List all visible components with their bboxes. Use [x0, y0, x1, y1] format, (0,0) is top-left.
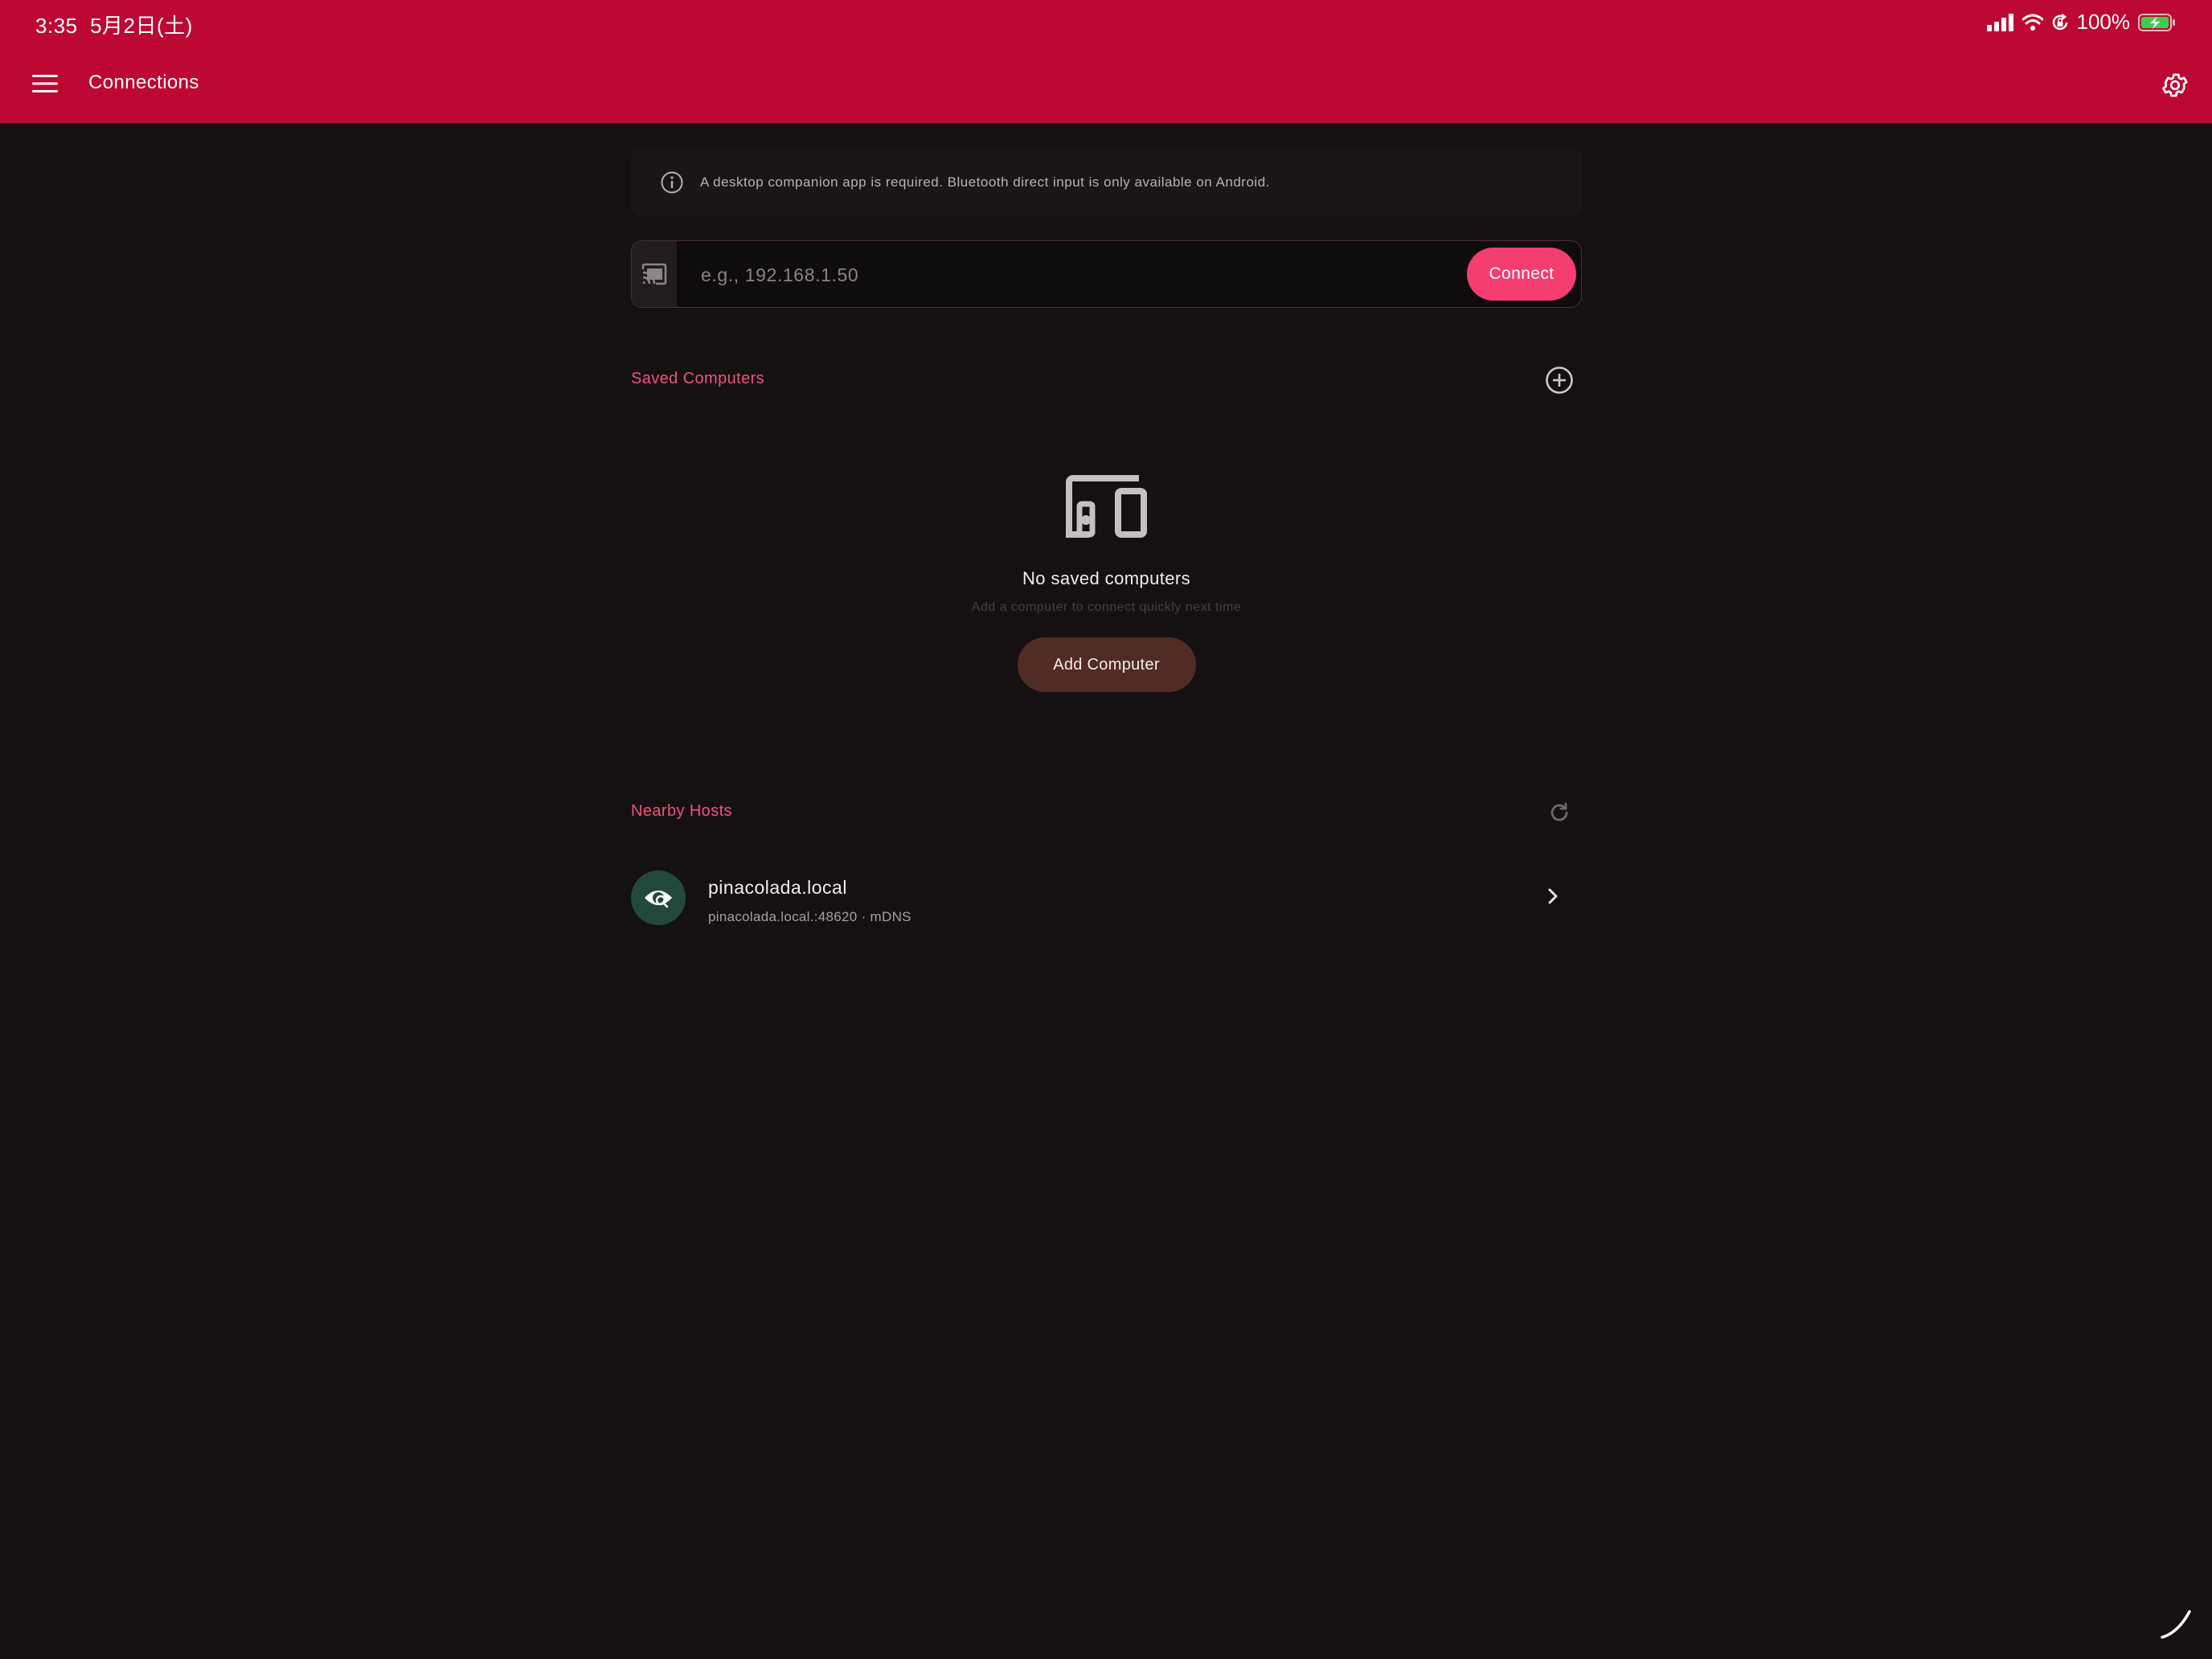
connect-button[interactable]: Connect [1467, 248, 1576, 301]
empty-state-title: No saved computers [1022, 568, 1190, 588]
empty-state-subtitle: Add a computer to connect quickly next t… [971, 600, 1242, 614]
host-address: pinacolada.local.:48620 · mDNS [708, 909, 911, 924]
info-banner-text: A desktop companion app is required. Blu… [700, 174, 1270, 190]
network-discovery-icon [631, 870, 686, 925]
refresh-icon[interactable] [1542, 795, 1577, 830]
cellular-signal-icon [1986, 13, 2014, 31]
app-bar: 3:35 5月2日(土) 100% Connections [0, 0, 2212, 123]
address-bar: Connect [631, 240, 1582, 308]
info-banner: A desktop companion app is required. Blu… [631, 149, 1582, 216]
devices-icon [1065, 475, 1147, 538]
host-name: pinacolada.local [708, 877, 847, 898]
status-clock: 3:35 [35, 14, 78, 38]
battery-charging-icon [2138, 13, 2177, 32]
status-time: 3:35 5月2日(土) [35, 10, 193, 39]
add-circle-icon[interactable] [1542, 363, 1577, 398]
nearby-hosts-title: Nearby Hosts [631, 802, 732, 820]
list-item[interactable]: pinacolada.local pinacolada.local.:48620… [631, 861, 1582, 930]
saved-computers-title: Saved Computers [631, 370, 765, 387]
battery-percent: 100% [2076, 10, 2131, 34]
info-icon [660, 170, 684, 195]
status-indicators: 100% [1986, 10, 2177, 35]
resize-grabber-icon[interactable] [2159, 1605, 2194, 1645]
wifi-icon [2022, 14, 2043, 31]
hamburger-menu-icon[interactable] [29, 69, 61, 98]
chevron-right-icon [1542, 885, 1564, 907]
cast-icon [632, 241, 677, 307]
page-title: Connections [88, 72, 199, 93]
status-date: 5月2日(土) [90, 14, 193, 38]
ip-address-input[interactable] [699, 241, 1426, 307]
saved-computers-empty-state: No saved computers Add a computer to con… [631, 475, 1582, 692]
gear-icon[interactable] [2157, 68, 2193, 103]
orientation-lock-icon [2051, 13, 2069, 31]
add-computer-button[interactable]: Add Computer [1017, 637, 1196, 692]
